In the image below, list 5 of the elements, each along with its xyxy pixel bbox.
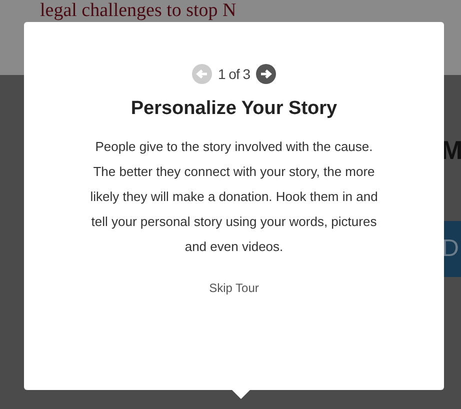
step-counter: 1 of 3 — [218, 66, 250, 82]
tour-title: Personalize Your Story — [130, 98, 338, 120]
tour-description: People give to the story involved with the cause. The better they connect with your story, the more likely they will make a donation. Hook them in and tell your personal story using your words, pictures and even videos. — [89, 138, 379, 256]
page-headline: legal challenges to stop N — [40, 0, 238, 21]
skip-tour-link[interactable]: Skip Tour — [209, 281, 259, 295]
